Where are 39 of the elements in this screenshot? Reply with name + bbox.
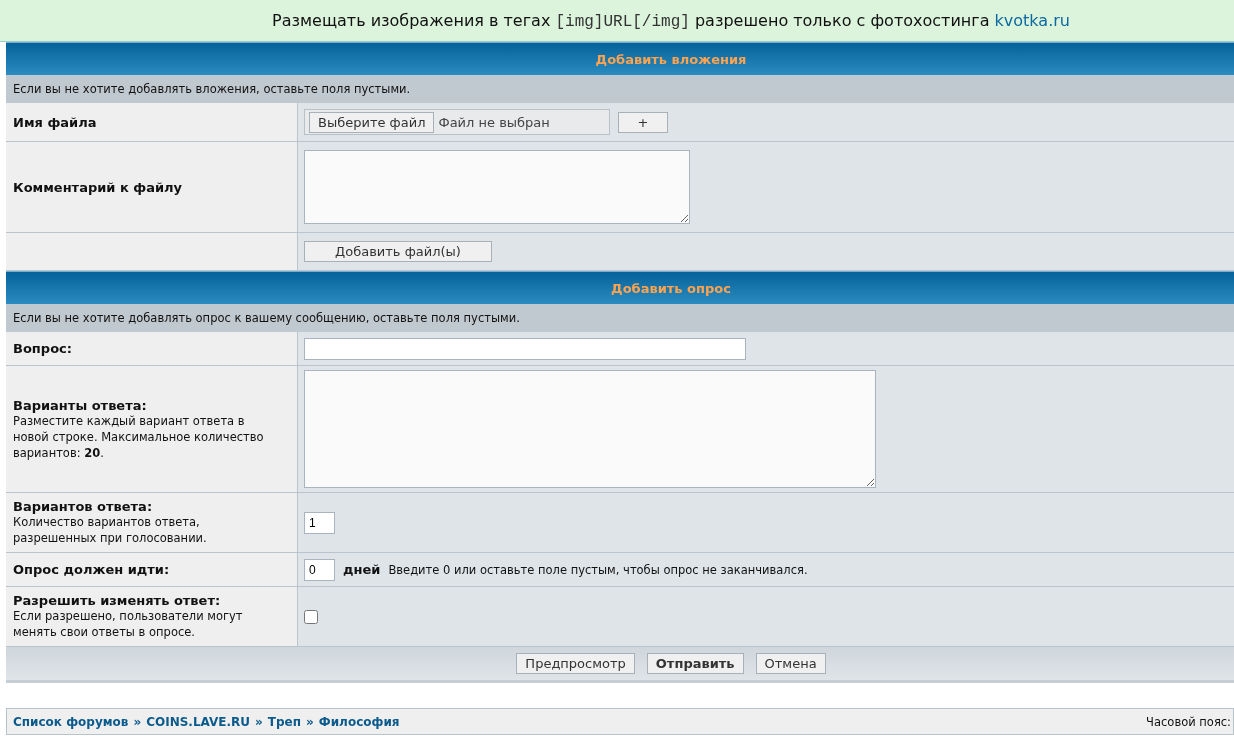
textarea-field[interactable] <box>304 150 690 224</box>
hint-text: Введите 0 или оставьте поле пустым, чтобы опрос не заканчивался. <box>388 562 808 577</box>
section-hint: Если вы не хотите добавлять вложения, оставьте поля пустыми. <box>6 75 1234 103</box>
field-label: Варианты ответа: <box>13 397 148 413</box>
choose-file-button[interactable]: Выберите файл <box>309 111 435 133</box>
breadcrumb-link[interactable]: Треп <box>267 714 302 729</box>
unit-label: дней <box>343 562 381 577</box>
field-label: Опрос должен идти: <box>13 562 171 577</box>
field-label: Комментарий к файлу <box>13 179 184 195</box>
breadcrumb-link[interactable]: COINS.LAVE.RU <box>146 714 251 729</box>
checkbox[interactable] <box>304 609 318 624</box>
field-label: Разрешить изменять ответ: <box>13 593 222 608</box>
submit-button[interactable]: Отправить <box>646 653 744 674</box>
link[interactable]: kvotka.ru <box>994 10 1070 30</box>
form-button[interactable]: Предпросмотр <box>516 653 635 674</box>
timezone-label: Часовой пояс: <box>1146 714 1231 729</box>
field-description: Количество вариантов ответа, разрешенных при голосовании. <box>13 514 208 546</box>
breadcrumb-link[interactable]: Философия <box>318 714 400 729</box>
number-input[interactable]: 1 <box>304 511 335 534</box>
section-header: Добавить опрос <box>6 271 1234 304</box>
form-button[interactable]: Отмена <box>755 653 826 674</box>
breadcrumb-separator: » <box>306 714 314 729</box>
breadcrumb-separator: » <box>255 714 263 729</box>
field-description: Разместите каждый вариант ответа в новой строке. Максимальное количество вариантов: 20. <box>13 413 265 461</box>
question-input[interactable] <box>304 337 746 360</box>
field-label: Имя файла <box>13 114 98 130</box>
add-files-button[interactable]: Добавить файл(ы) <box>304 241 492 262</box>
breadcrumb-separator: » <box>133 714 142 729</box>
add-button[interactable]: + <box>618 111 668 133</box>
file-status: Файл не выбран <box>438 114 550 130</box>
notice-text: Размещать изображения в тегах [img]URL[/img] разрешено только с фотохостинга kvotka.ru <box>272 10 1070 31</box>
field-label: Вариантов ответа: <box>13 499 154 514</box>
textarea-field[interactable] <box>304 370 876 488</box>
section-hint: Если вы не хотите добавлять опрос к вашему сообщению, оставьте поля пустыми. <box>6 304 1234 332</box>
field-label: Вопрос: <box>13 341 73 356</box>
field-description: Если разрешено, пользователи могут менять свои ответы в опросе. <box>13 608 244 640</box>
breadcrumb-link[interactable]: Список форумов <box>13 714 129 729</box>
number-input[interactable]: 0 <box>304 558 335 581</box>
section-header: Добавить вложения <box>6 42 1234 75</box>
